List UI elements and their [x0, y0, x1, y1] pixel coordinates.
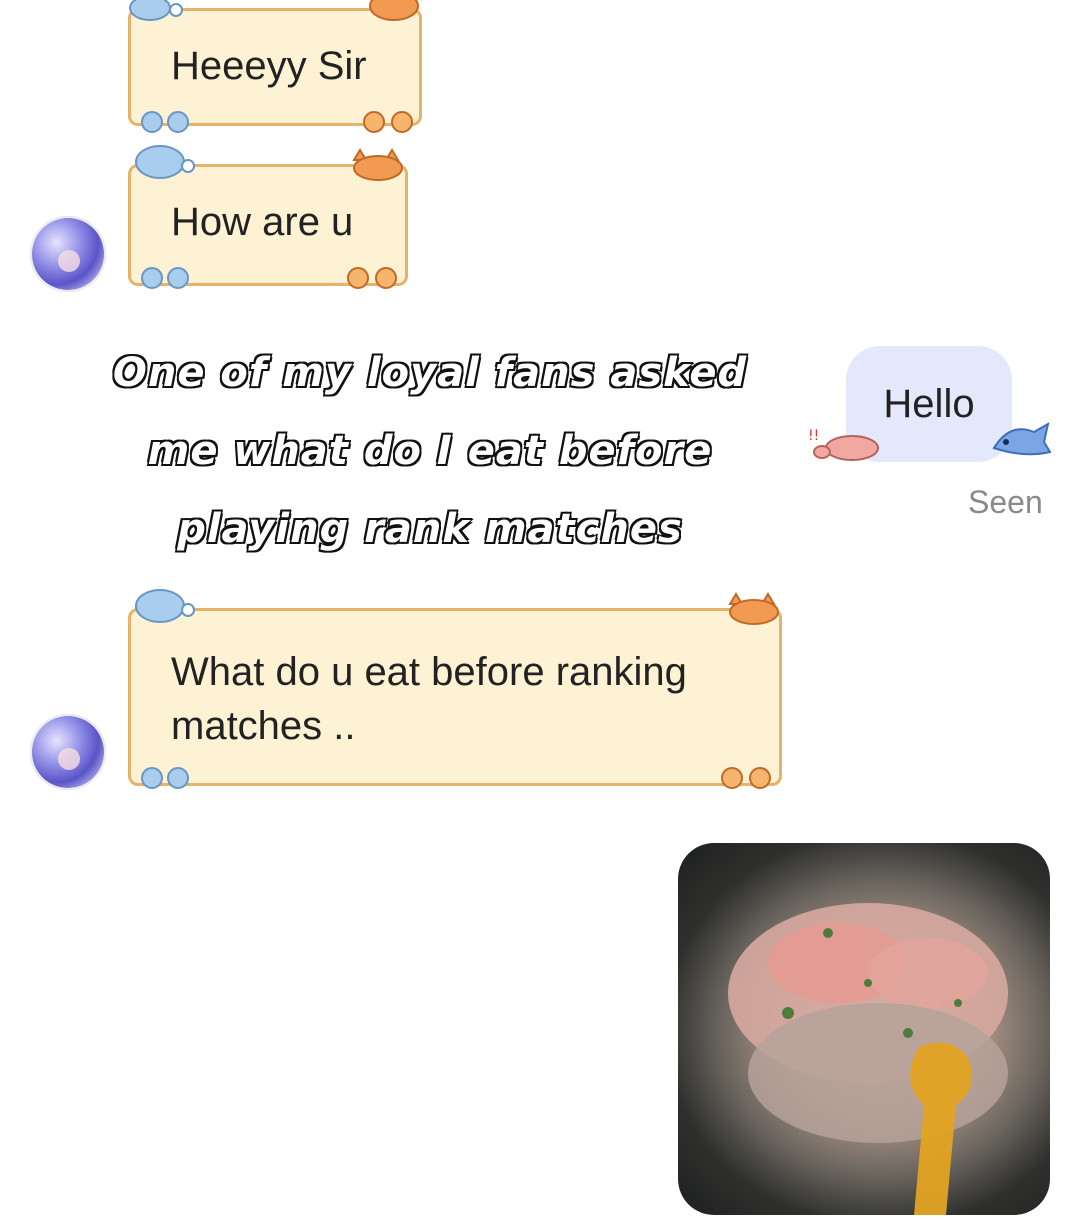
- shark-icon: [992, 422, 1052, 456]
- cat-icon: [352, 148, 403, 181]
- paw-icon: [363, 111, 413, 133]
- caption-line-3: playing rank matches: [176, 505, 683, 553]
- svg-text:!!: !!: [808, 428, 819, 444]
- caption-line-1: One of my loyal fans asked: [112, 349, 748, 397]
- avatar[interactable]: [30, 216, 106, 292]
- message-text: How are u: [171, 200, 354, 244]
- dog-icon: [135, 145, 195, 179]
- message-bubble-3[interactable]: What do u eat before ranking matches ..: [128, 608, 782, 786]
- paw-icon: [141, 767, 189, 789]
- caption-line-2: me what do I eat before: [147, 427, 713, 475]
- message-text: Heeeyy Sir: [171, 44, 367, 88]
- message-bubble-1[interactable]: Heeeyy Sir: [128, 8, 422, 126]
- message-text: What do u eat before ranking matches ..: [171, 650, 687, 748]
- avatar[interactable]: [30, 714, 106, 790]
- food-photo[interactable]: [678, 843, 1050, 1215]
- cat-icon: [728, 592, 779, 625]
- dog-icon: [129, 0, 183, 21]
- pig-icon: !!: [808, 428, 879, 461]
- paw-icon: [141, 111, 189, 133]
- paw-icon: [721, 767, 771, 789]
- paw-icon: [347, 267, 397, 289]
- seen-status: Seen: [968, 484, 1043, 520]
- cat-icon: [369, 0, 419, 21]
- outgoing-text: Hello: [883, 382, 975, 426]
- food-photo-illustration: [728, 903, 1008, 1215]
- dog-icon: [135, 589, 195, 623]
- paw-icon: [141, 267, 189, 289]
